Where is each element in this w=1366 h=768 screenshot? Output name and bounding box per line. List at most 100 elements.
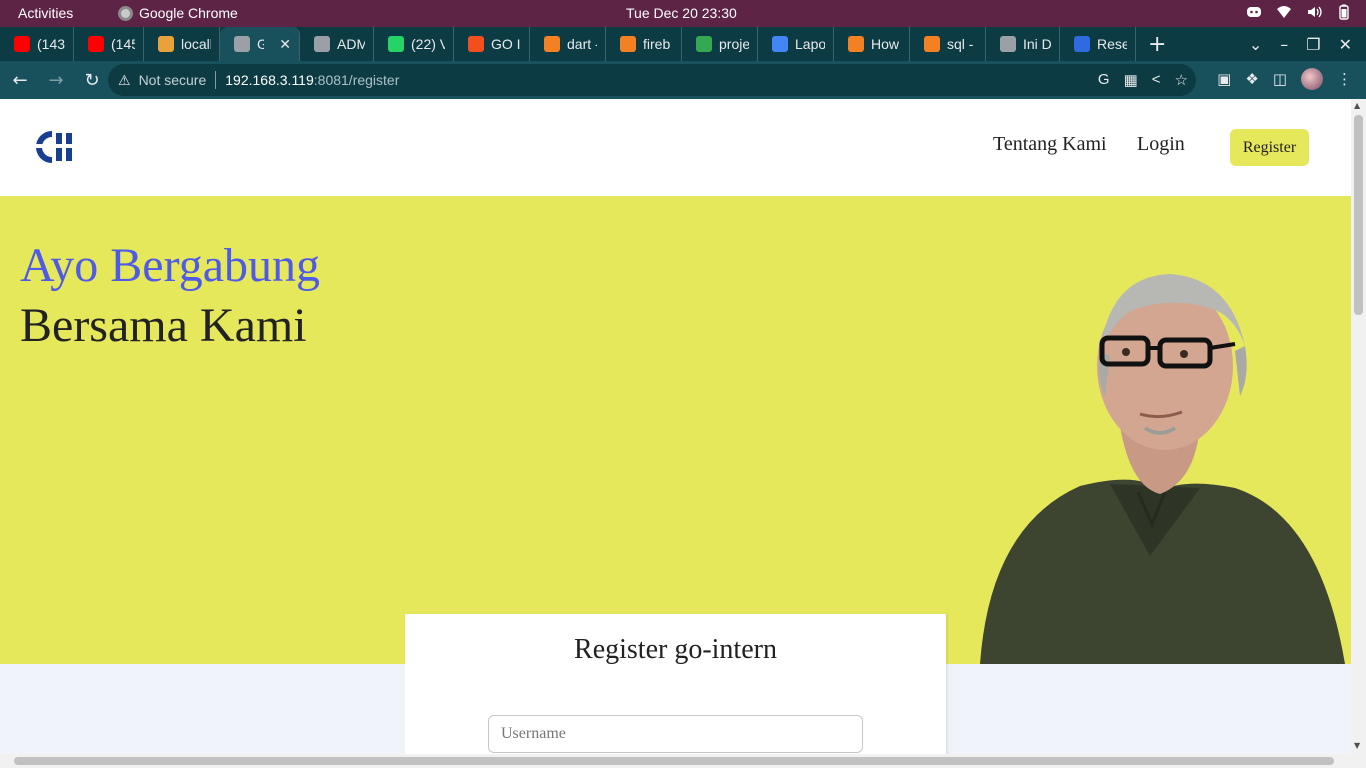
tab-title: locall [181,36,211,52]
docs-icon [772,36,788,52]
reload-button[interactable]: ↻ [76,64,108,96]
tab-strip: (143) (145) locall Go ✕ ADMI (22) V GO IN dart -… [0,27,1366,61]
scroll-up-arrow[interactable]: ▲ [1354,101,1360,110]
google-lens-icon[interactable]: G [1098,71,1110,89]
bookmark-b-icon [1074,36,1090,52]
tab-title: Lapo [795,36,825,52]
figma-icon [468,36,484,52]
drive-icon [696,36,712,52]
tab-title: Ini Da [1023,36,1051,52]
scroll-down-arrow[interactable]: ▼ [1354,741,1360,750]
profile-avatar[interactable] [1301,68,1323,90]
browser-tab[interactable]: proje [682,27,758,61]
browser-tab[interactable]: Reset [1060,27,1136,61]
globe-icon [1000,36,1016,52]
stackoverflow-icon [620,36,636,52]
site-navbar: Tentang Kami Login Register [0,99,1351,196]
close-window-button[interactable]: ✕ [1339,35,1352,54]
tab-title: Go [257,36,264,52]
maximize-button[interactable]: ❐ [1306,35,1320,54]
app-name: Google Chrome [139,5,238,21]
omnibox-divider [215,71,217,89]
tab-title: sql - t [947,36,977,52]
browser-tab[interactable]: fireb [606,27,682,61]
browser-tab[interactable]: locall [144,27,220,61]
address-bar[interactable]: ⚠ Not secure 192.168.3.119:8081/register… [108,64,1196,96]
tab-title: proje [719,36,749,52]
register-button[interactable]: Register [1230,129,1309,166]
globe-icon [234,36,250,52]
tab-title: (22) V [411,36,445,52]
globe-icon [314,36,330,52]
side-panel-icon[interactable]: ◫ [1273,70,1287,88]
horizontal-scrollbar[interactable] [0,754,1366,768]
warning-icon[interactable]: ⚠ [118,72,131,89]
form-title: Register go-intern [574,634,777,665]
system-tray[interactable] [1246,4,1352,20]
close-tab-icon[interactable]: ✕ [279,36,291,53]
stackoverflow-icon [848,36,864,52]
url-host[interactable]: 192.168.3.119 [225,72,314,88]
tab-title: (143) [37,36,65,52]
tab-title: How [871,36,900,52]
youtube-icon [88,36,104,52]
wifi-icon [1277,6,1291,18]
horizontal-scroll-thumb[interactable] [14,757,1334,765]
stackoverflow-icon [924,36,940,52]
vertical-scroll-thumb[interactable] [1354,115,1363,315]
clock[interactable]: Tue Dec 20 23:30 [626,5,737,21]
browser-tab[interactable]: How [834,27,910,61]
forward-button[interactable]: → [40,64,72,96]
extensions-puzzle-icon[interactable]: ❖ [1245,70,1258,88]
browser-tab[interactable]: Lapo [758,27,834,61]
back-button[interactable]: ← [4,64,36,96]
menu-kebab-icon[interactable]: ⋮ [1337,70,1352,88]
security-label[interactable]: Not secure [139,72,207,88]
browser-tab[interactable]: (22) V [374,27,454,61]
window-controls: ⌄ – ❐ ✕ [1249,35,1366,54]
tab-search-icon[interactable]: ⌄ [1249,35,1262,54]
youtube-icon [14,36,30,52]
extensions-area: ▣ ❖ ◫ ⋮ [1217,68,1352,90]
chrome-icon [118,5,133,21]
translate-icon[interactable]: ▦ [1124,71,1138,89]
share-icon[interactable]: < [1152,71,1161,89]
new-tab-button[interactable]: + [1136,32,1178,57]
hero-banner: Ayo Bergabung Bersama Kami [0,196,1351,664]
browser-tab[interactable]: ADMI [300,27,374,61]
hero-person-image [980,274,1345,664]
tab-title: Reset [1097,36,1127,52]
bookmark-star-icon[interactable]: ☆ [1175,71,1188,89]
username-input[interactable] [488,715,863,753]
tab-title: dart - [567,36,597,52]
hero-heading-line2: Bersama Kami [20,299,307,352]
volume-icon [1308,6,1322,18]
browser-tab[interactable]: sql - t [910,27,986,61]
tabs-container: (143) (145) locall Go ✕ ADMI (22) V GO IN dart -… [0,27,1136,61]
tab-title: ADMI [337,36,365,52]
browser-tab[interactable]: Ini Da [986,27,1060,61]
register-form-card: Register go-intern [405,614,946,754]
tab-title: fireb [643,36,671,52]
browser-tab[interactable]: dart - [530,27,606,61]
browser-tab[interactable]: (143) [0,27,74,61]
tab-title: GO IN [491,36,521,52]
browser-tab[interactable]: (145) [74,27,144,61]
hero-heading-line1: Ayo Bergabung [20,239,320,292]
nav-about-link[interactable]: Tentang Kami [993,133,1107,156]
activities-button[interactable]: Activities [18,5,73,21]
minimize-button[interactable]: – [1280,35,1288,54]
url-path[interactable]: :8081/register [314,72,400,88]
omnibox-actions: G ▦ < ☆ [1098,71,1188,89]
discord-icon [1247,7,1261,17]
app-menu[interactable]: Google Chrome [118,5,238,21]
system-top-bar: Activities Google Chrome Tue Dec 20 23:3… [0,0,1366,27]
browser-tab[interactable]: Go ✕ [220,27,300,61]
vertical-scrollbar[interactable]: ▲ ▼ [1351,99,1366,754]
whatsapp-icon [388,36,404,52]
tab-title: (145) [111,36,135,52]
nav-login-link[interactable]: Login [1137,133,1185,156]
browser-tab[interactable]: GO IN [454,27,530,61]
translate-extension-icon[interactable]: ▣ [1217,70,1231,88]
go-intern-logo[interactable] [26,129,78,165]
